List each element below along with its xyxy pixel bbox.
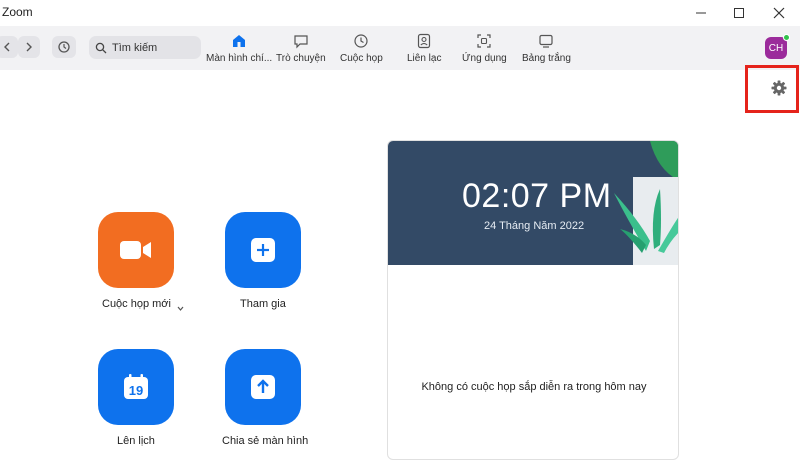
window-title: Zoom [2, 5, 33, 19]
minimize-button[interactable] [686, 2, 716, 24]
gear-icon [771, 80, 787, 96]
home-icon [233, 35, 246, 47]
upcoming-meetings-card: 02:07 PM 24 Tháng Năm 2022 Không có cuộc… [387, 140, 679, 460]
join-label: Tham gia [240, 298, 286, 310]
tab-label: Trò chuyện [276, 53, 326, 64]
main-toolbar: Tìm kiếm Màn hình chí... Trò chuyện Cuộc… [0, 26, 800, 70]
current-date: 24 Tháng Năm 2022 [484, 220, 585, 232]
calendar-icon: 19 [124, 374, 148, 399]
tab-label: Cuộc họp [340, 53, 383, 64]
tab-label: Liên lạc [407, 53, 442, 64]
new-meeting-label: Cuộc họp mới [102, 298, 171, 310]
share-screen-button[interactable] [225, 349, 301, 425]
tab-home[interactable]: Màn hình chí... [206, 32, 272, 64]
forward-button[interactable] [18, 36, 40, 58]
schedule-button[interactable]: 19 [98, 349, 174, 425]
close-icon [773, 7, 785, 19]
history-button[interactable] [52, 36, 76, 58]
chevron-down-icon[interactable] [176, 300, 185, 318]
video-camera-icon [120, 241, 151, 259]
settings-button[interactable] [770, 79, 788, 97]
chevron-right-icon [26, 42, 32, 52]
chevron-left-icon [4, 42, 10, 52]
title-bar: Zoom [0, 0, 800, 26]
apps-icon [477, 34, 491, 48]
card-header: 02:07 PM 24 Tháng Năm 2022 [388, 141, 678, 265]
plus-icon [251, 238, 275, 262]
tab-chat[interactable]: Trò chuyện [276, 32, 326, 64]
chat-icon [294, 35, 308, 49]
whiteboard-icon [539, 34, 554, 48]
tab-label: Bảng trắng [522, 53, 571, 64]
current-time: 02:07 PM [462, 177, 612, 215]
tab-apps[interactable]: Ứng dụng [462, 32, 507, 64]
share-screen-icon [251, 375, 275, 399]
back-button[interactable] [0, 36, 18, 58]
search-label: Tìm kiếm [112, 41, 158, 54]
share-screen-label: Chia sẻ màn hình [222, 435, 309, 447]
contacts-icon [418, 33, 431, 49]
avatar-initials: CH [768, 42, 784, 54]
maximize-button[interactable] [724, 2, 754, 24]
tab-meetings[interactable]: Cuộc họp [340, 32, 383, 64]
tab-label: Ứng dụng [462, 53, 507, 64]
close-button[interactable] [764, 2, 794, 24]
avatar[interactable]: CH [765, 34, 790, 59]
schedule-label: Lên lịch [117, 435, 155, 447]
online-status-indicator [783, 34, 790, 41]
search-box[interactable]: Tìm kiếm [89, 36, 201, 59]
tab-label: Màn hình chí... [206, 53, 273, 64]
new-meeting-button[interactable] [98, 212, 174, 288]
no-meetings-message: Không có cuộc họp sắp diễn ra trong hôm … [421, 381, 647, 393]
search-icon [95, 42, 107, 53]
maximize-icon [734, 8, 744, 18]
history-icon [58, 41, 70, 53]
clock-icon [354, 34, 369, 48]
join-button[interactable] [225, 212, 301, 288]
tab-contacts[interactable]: Liên lạc [407, 32, 441, 64]
tab-whiteboard[interactable]: Bảng trắng [522, 32, 571, 64]
minimize-icon [696, 12, 706, 14]
calendar-day: 19 [129, 383, 143, 398]
